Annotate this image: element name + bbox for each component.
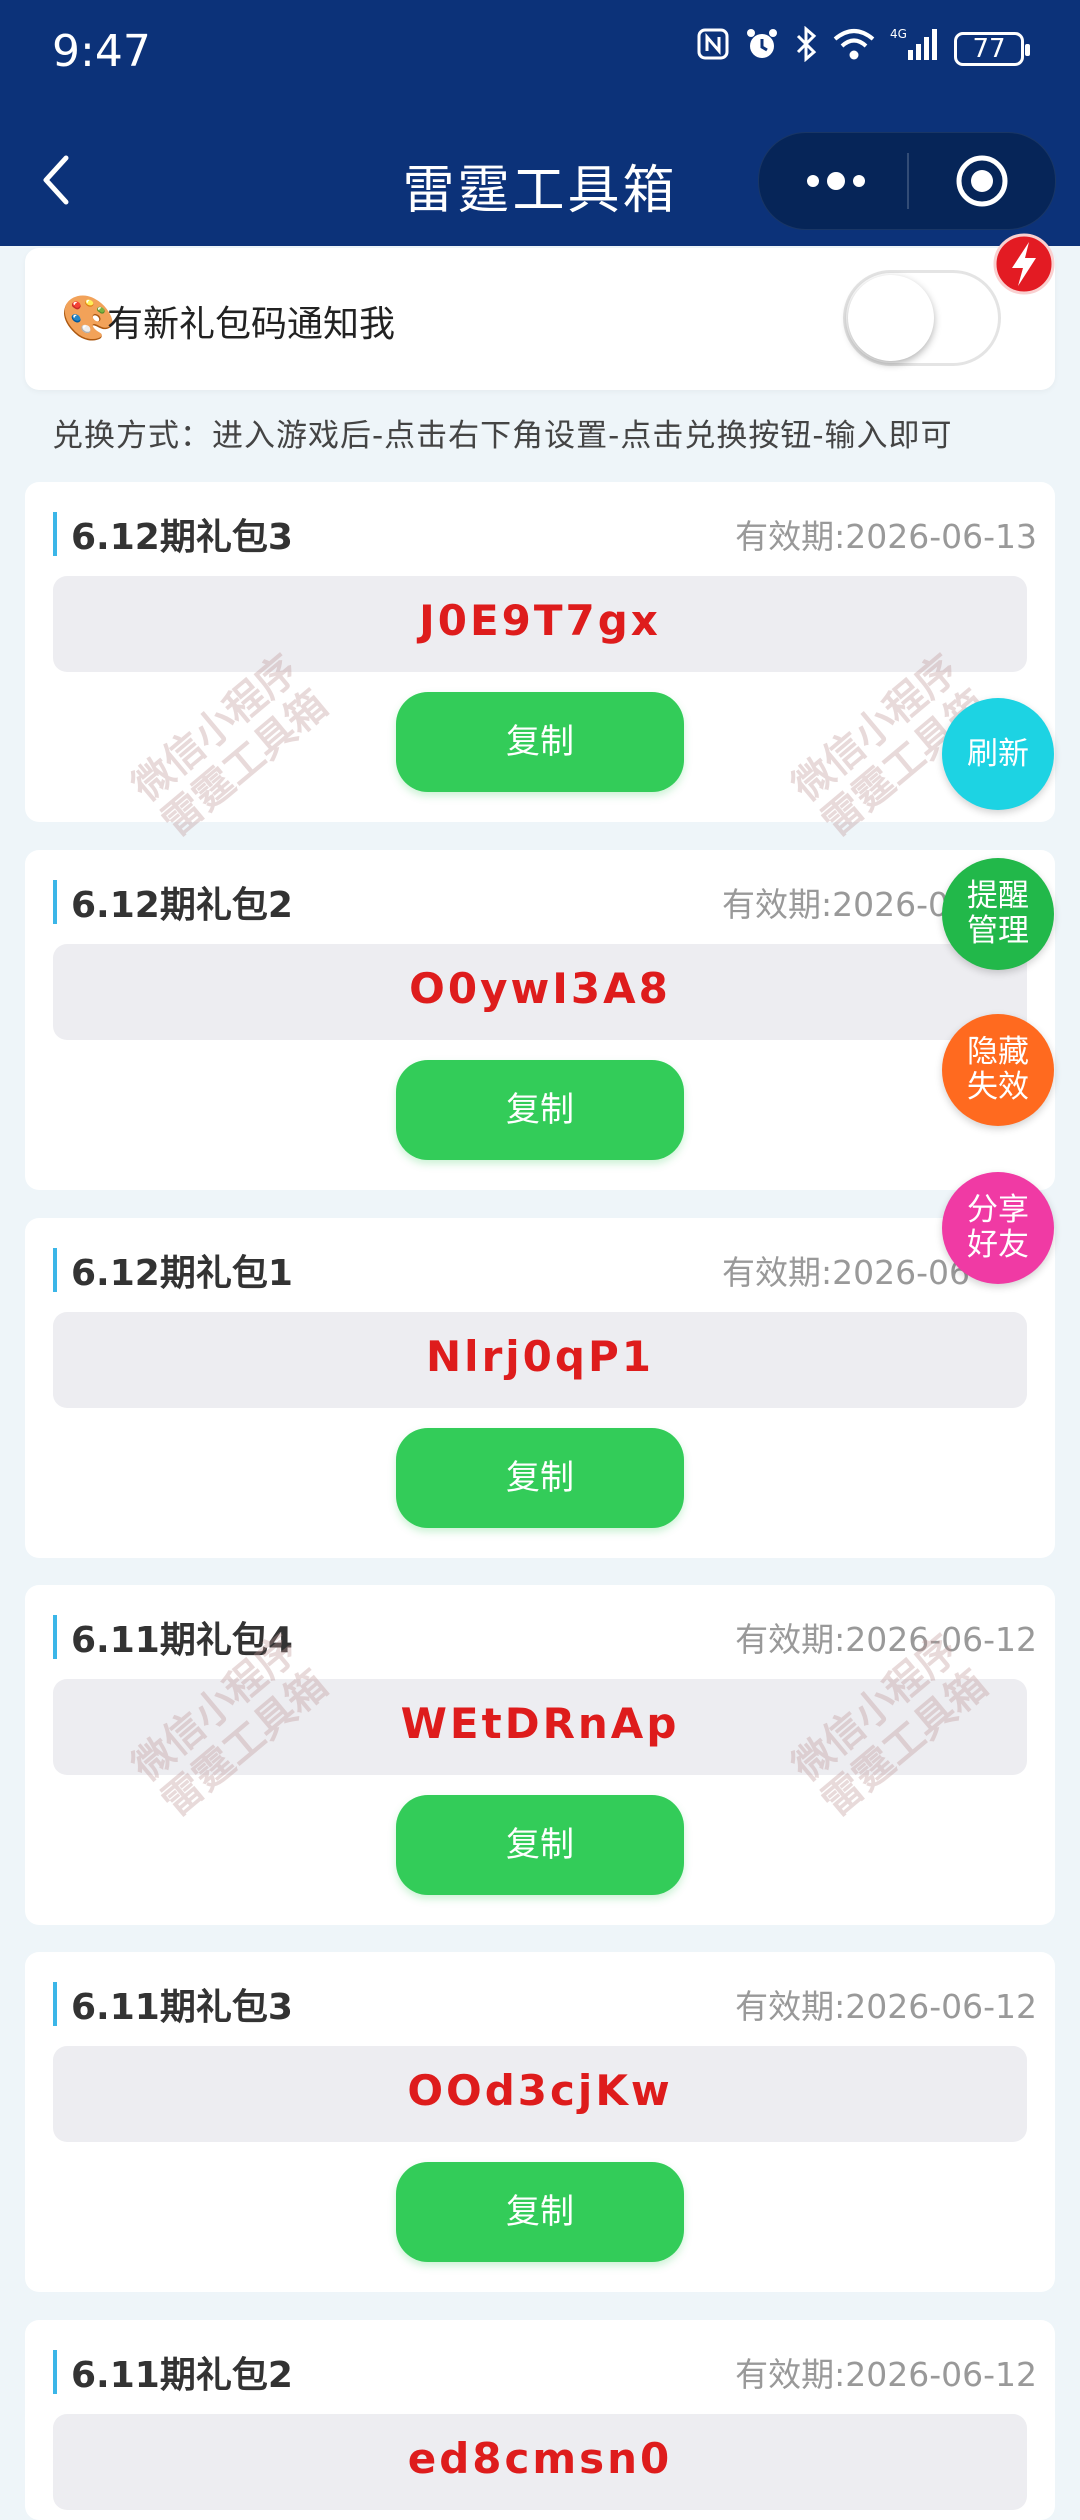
share-label: 分享好友 <box>967 1192 1029 1263</box>
gift-code: WEtDRnAp <box>400 1699 680 1748</box>
battery-indicator: 77 <box>954 31 1030 66</box>
remind-label: 提醒管理 <box>967 878 1029 949</box>
code-box[interactable]: J0E9T7gx <box>53 576 1027 672</box>
copy-button[interactable]: 复制 <box>396 2162 684 2262</box>
gift-expiry: 有效期:2026-06-13 <box>735 517 1037 556</box>
copy-button[interactable]: 复制 <box>396 1795 684 1895</box>
svg-text:4G: 4G <box>890 27 907 41</box>
gift-expiry: 有效期:2026-06-12 <box>735 2355 1037 2394</box>
close-target-icon[interactable] <box>955 154 1009 208</box>
gift-title: 6.11期礼包3 <box>71 1987 293 2028</box>
notify-toggle[interactable] <box>843 270 1001 366</box>
gift-expiry: 有效期:2026-06-12 <box>735 1620 1037 1659</box>
notify-card: 🎨 有新礼包码通知我 <box>25 248 1055 390</box>
code-box[interactable]: ed8cmsn0 <box>53 2414 1027 2510</box>
copy-button[interactable]: 复制 <box>396 1428 684 1528</box>
hide-label: 隐藏失效 <box>967 1034 1029 1105</box>
gift-card: 6.12期礼包1 有效期:2026-06 Nlrj0qP1 复制 <box>25 1218 1055 1558</box>
share-friends-button[interactable]: 分享好友 <box>942 1172 1054 1284</box>
code-box[interactable]: Nlrj0qP1 <box>53 1312 1027 1408</box>
capsule-divider <box>907 153 909 209</box>
copy-button[interactable]: 复制 <box>396 1060 684 1160</box>
title-accent-bar <box>53 2350 57 2394</box>
code-box[interactable]: OOd3cjKw <box>53 2046 1027 2142</box>
gift-expiry: 有效期:2026-06-12 <box>735 1987 1037 2026</box>
wifi-icon <box>832 26 876 71</box>
code-box[interactable]: O0ywI3A8 <box>53 944 1027 1040</box>
gift-code: O0ywI3A8 <box>409 964 671 1013</box>
remind-manage-button[interactable]: 提醒管理 <box>942 858 1054 970</box>
alarm-icon <box>744 26 780 71</box>
gift-card: 6.11期礼包3 有效期:2026-06-12 OOd3cjKw 复制 <box>25 1952 1055 2292</box>
gift-code: OOd3cjKw <box>407 2066 673 2115</box>
gift-card: 6.12期礼包2 有效期:2026-0 O0ywI3A8 复制 <box>25 850 1055 1190</box>
nfc-icon <box>696 27 730 70</box>
redeem-instructions: 兑换方式：进入游戏后-点击右下角设置-点击兑换按钮-输入即可 <box>52 418 953 454</box>
lightning-alert-icon[interactable] <box>992 232 1056 296</box>
gift-title: 6.12期礼包1 <box>71 1253 293 1294</box>
more-icon[interactable] <box>801 163 871 199</box>
gift-code: ed8cmsn0 <box>407 2434 673 2483</box>
gift-card: 6.11期礼包2 有效期:2026-06-12 ed8cmsn0 <box>25 2320 1055 2520</box>
header: 9:47 4G 77 雷霆工具箱 <box>0 0 1080 246</box>
bluetooth-icon <box>794 25 818 71</box>
title-accent-bar <box>53 1248 57 1292</box>
signal-icon: 4G <box>890 26 940 71</box>
title-accent-bar <box>53 512 57 556</box>
toggle-knob <box>848 275 934 361</box>
gift-title: 6.11期礼包2 <box>71 2355 293 2396</box>
title-accent-bar <box>53 880 57 924</box>
gift-title: 6.12期礼包3 <box>71 517 293 558</box>
gift-title: 6.12期礼包2 <box>71 885 293 926</box>
status-icons: 4G 77 <box>696 25 1030 71</box>
hide-expired-button[interactable]: 隐藏失效 <box>942 1014 1054 1126</box>
gift-expiry: 有效期:2026-0 <box>722 885 950 924</box>
copy-button[interactable]: 复制 <box>396 692 684 792</box>
code-box[interactable]: WEtDRnAp <box>53 1679 1027 1775</box>
refresh-button[interactable]: 刷新 <box>942 698 1054 810</box>
refresh-label: 刷新 <box>967 735 1029 772</box>
gift-card: 6.11期礼包4 有效期:2026-06-12 WEtDRnAp 复制 <box>25 1585 1055 1925</box>
notify-label: 有新礼包码通知我 <box>107 304 396 345</box>
gift-expiry: 有效期:2026-06 <box>722 1253 970 1292</box>
status-time: 9:47 <box>52 26 151 77</box>
gift-title: 6.11期礼包4 <box>71 1620 293 1661</box>
title-accent-bar <box>53 1982 57 2026</box>
gift-card: 6.12期礼包3 有效期:2026-06-13 J0E9T7gx 复制 <box>25 482 1055 822</box>
title-accent-bar <box>53 1615 57 1659</box>
gift-code: J0E9T7gx <box>419 596 661 645</box>
gift-code: Nlrj0qP1 <box>426 1332 654 1381</box>
mini-program-capsule <box>758 132 1056 230</box>
